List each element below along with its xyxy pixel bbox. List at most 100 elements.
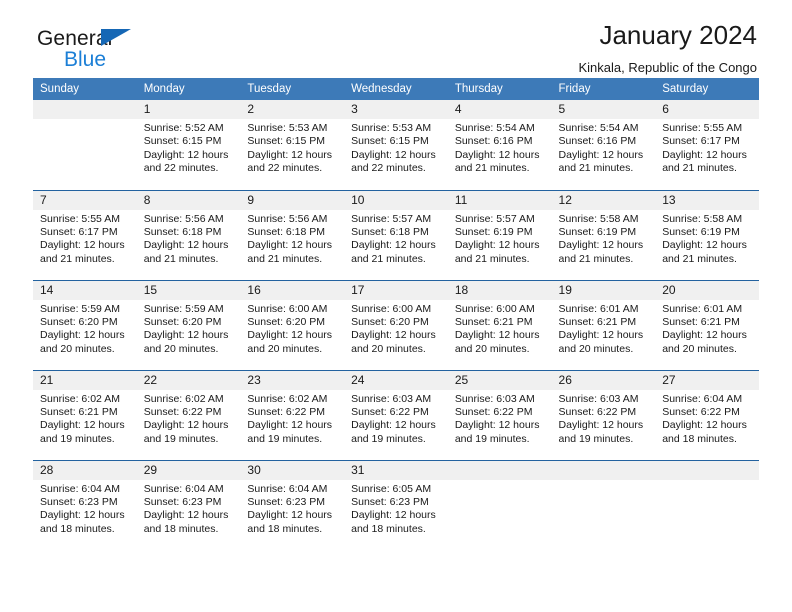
sunset-text: Sunset: 6:22 PM: [558, 405, 637, 418]
calendar-day-cell[interactable]: 17 Sunrise: 6:00 AM Sunset: 6:20 PM Dayligh…: [344, 280, 448, 370]
sunset-text: Sunset: 6:16 PM: [454, 135, 533, 148]
daylight-text: Daylight: 12 hours and 21 minutes.: [454, 239, 540, 265]
day-number: 4: [447, 100, 552, 119]
sunset-text: Sunset: 6:21 PM: [662, 315, 740, 328]
day-info: Sunrise: 6:05 AM Sunset: 6:23 PM Daylight:…: [344, 480, 448, 537]
sunset-text: Sunset: 6:17 PM: [40, 225, 118, 238]
day-info: Sunrise: 5:53 AM Sunset: 6:15 PM Daylight:…: [344, 119, 448, 176]
daylight-text: Daylight: 12 hours and 21 minutes.: [454, 148, 540, 175]
calendar-day-cell[interactable]: 21 Sunrise: 6:02 AM Sunset: 6:21 PM Dayligh…: [33, 370, 137, 460]
calendar-week-row: 21 Sunrise: 6:02 AM Sunset: 6:21 PM Dayligh…: [33, 370, 759, 460]
calendar-day-cell[interactable]: 4 Sunrise: 5:54 AM Sunset: 6:16 PM Daylight…: [447, 100, 552, 190]
day-info: Sunrise: 6:01 AM Sunset: 6:21 PM Daylight:…: [552, 300, 656, 357]
daylight-text: Daylight: 12 hours and 22 minutes.: [247, 148, 333, 175]
day-number: [33, 100, 137, 119]
sunset-text: Sunset: 6:16 PM: [558, 135, 637, 148]
sunrise-text: Sunrise: 5:57 AM: [351, 212, 432, 225]
day-number: 10: [344, 190, 448, 210]
day-number: 21: [33, 370, 137, 390]
sunset-text: Sunset: 6:15 PM: [351, 135, 429, 148]
calendar-week-row: 28 Sunrise: 6:04 AM Sunset: 6:23 PM Dayligh…: [33, 460, 759, 550]
day-info: Sunrise: 5:53 AM Sunset: 6:15 PM Daylight:…: [240, 119, 344, 176]
calendar-day-cell[interactable]: 3 Sunrise: 5:53 AM Sunset: 6:15 PM Daylight…: [344, 100, 448, 190]
calendar-day-cell[interactable]: 20 Sunrise: 6:01 AM Sunset: 6:21 PM Dayligh…: [655, 280, 759, 370]
sunset-text: Sunset: 6:19 PM: [662, 225, 740, 238]
calendar-day-cell[interactable]: 12 Sunrise: 5:58 AM Sunset: 6:19 PM Dayligh…: [551, 190, 656, 280]
calendar-day-cell[interactable]: 28 Sunrise: 6:04 AM Sunset: 6:23 PM Dayligh…: [33, 460, 137, 550]
day-info: Sunrise: 5:58 AM Sunset: 6:19 PM Daylight:…: [552, 210, 656, 267]
calendar-day-cell[interactable]: 6 Sunrise: 5:55 AM Sunset: 6:17 PM Daylight…: [655, 100, 759, 190]
calendar-day-cell[interactable]: 26 Sunrise: 6:03 AM Sunset: 6:22 PM Dayligh…: [551, 370, 656, 460]
sunrise-text: Sunrise: 6:00 AM: [247, 302, 328, 315]
sunrise-text: Sunrise: 5:56 AM: [247, 212, 328, 225]
day-info: Sunrise: 6:00 AM Sunset: 6:20 PM Daylight:…: [344, 300, 448, 357]
sunset-text: Sunset: 6:23 PM: [351, 495, 429, 508]
calendar-day-cell[interactable]: 13 Sunrise: 5:58 AM Sunset: 6:19 PM Dayligh…: [655, 190, 759, 280]
calendar-day-cell[interactable]: 9 Sunrise: 5:56 AM Sunset: 6:18 PM Daylight…: [240, 190, 345, 280]
daylight-text: Daylight: 12 hours and 21 minutes.: [558, 239, 644, 265]
sunrise-text: Sunrise: 6:04 AM: [143, 482, 224, 495]
calendar-day-cell[interactable]: 14 Sunrise: 5:59 AM Sunset: 6:20 PM Dayligh…: [33, 280, 137, 370]
calendar-day-cell[interactable]: 8 Sunrise: 5:56 AM Sunset: 6:18 PM Daylight…: [136, 190, 241, 280]
calendar-week-row: 7 Sunrise: 5:55 AM Sunset: 6:17 PM Daylight…: [33, 190, 759, 280]
sunrise-text: Sunrise: 6:04 AM: [662, 392, 743, 405]
day-info: Sunrise: 6:00 AM Sunset: 6:20 PM Daylight:…: [240, 300, 344, 357]
day-number: 9: [240, 190, 345, 210]
calendar-day-cell[interactable]: 27 Sunrise: 6:04 AM Sunset: 6:22 PM Dayligh…: [655, 370, 759, 460]
sunrise-text: Sunrise: 6:00 AM: [454, 302, 535, 315]
calendar-day-cell[interactable]: 29 Sunrise: 6:04 AM Sunset: 6:23 PM Dayligh…: [136, 460, 241, 550]
calendar-day-cell[interactable]: 2 Sunrise: 5:53 AM Sunset: 6:15 PM Daylight…: [240, 100, 345, 190]
sunrise-text: Sunrise: 5:56 AM: [143, 212, 224, 225]
day-info: Sunrise: 5:55 AM Sunset: 6:17 PM Daylight:…: [655, 119, 759, 176]
calendar-table: Sunday Monday Tuesday Wednesday Thursday…: [33, 78, 759, 550]
day-number: 7: [33, 190, 137, 210]
calendar-week-row: 1 Sunrise: 5:52 AM Sunset: 6:15 PM Daylight…: [33, 100, 759, 190]
sunrise-text: Sunrise: 5:55 AM: [662, 122, 743, 134]
general-blue-logo[interactable]: General Blue: [37, 28, 131, 71]
day-number: 19: [551, 280, 656, 300]
day-info: Sunrise: 5:54 AM Sunset: 6:16 PM Daylight:…: [448, 119, 552, 176]
calendar-day-cell[interactable]: 15 Sunrise: 5:59 AM Sunset: 6:20 PM Dayligh…: [136, 280, 241, 370]
day-number: 2: [240, 100, 345, 119]
daylight-text: Daylight: 12 hours and 19 minutes.: [40, 419, 125, 445]
weekday-header-tuesday: Tuesday: [240, 78, 345, 100]
calendar-day-cell[interactable]: 30 Sunrise: 6:04 AM Sunset: 6:23 PM Dayligh…: [240, 460, 345, 550]
calendar-day-cell[interactable]: 16 Sunrise: 6:00 AM Sunset: 6:20 PM Dayligh…: [240, 280, 345, 370]
day-info: Sunrise: 5:57 AM Sunset: 6:18 PM Daylight:…: [344, 210, 448, 267]
daylight-text: Daylight: 12 hours and 18 minutes.: [40, 509, 125, 535]
sunrise-text: Sunrise: 6:02 AM: [40, 392, 120, 405]
sunset-text: Sunset: 6:20 PM: [247, 315, 326, 328]
day-number: 6: [655, 100, 759, 119]
calendar-day-cell[interactable]: 25 Sunrise: 6:03 AM Sunset: 6:22 PM Dayligh…: [447, 370, 552, 460]
calendar-day-cell[interactable]: 18 Sunrise: 6:00 AM Sunset: 6:21 PM Dayligh…: [447, 280, 552, 370]
sunrise-text: Sunrise: 6:04 AM: [247, 482, 328, 495]
calendar-day-cell[interactable]: 31 Sunrise: 6:05 AM Sunset: 6:23 PM Dayligh…: [344, 460, 448, 550]
calendar-day-cell[interactable]: 23 Sunrise: 6:02 AM Sunset: 6:22 PM Dayligh…: [240, 370, 345, 460]
daylight-text: Daylight: 12 hours and 21 minutes.: [662, 148, 747, 175]
daylight-text: Daylight: 12 hours and 20 minutes.: [40, 329, 125, 355]
calendar-day-cell[interactable]: 24 Sunrise: 6:03 AM Sunset: 6:22 PM Dayligh…: [344, 370, 448, 460]
daylight-text: Daylight: 12 hours and 19 minutes.: [351, 419, 436, 445]
calendar-day-cell[interactable]: 19 Sunrise: 6:01 AM Sunset: 6:21 PM Dayligh…: [551, 280, 656, 370]
calendar-day-cell[interactable]: 10 Sunrise: 5:57 AM Sunset: 6:18 PM Dayligh…: [344, 190, 448, 280]
day-number: [655, 460, 759, 480]
sunrise-text: Sunrise: 6:03 AM: [454, 392, 535, 405]
calendar-day-cell[interactable]: 1 Sunrise: 5:52 AM Sunset: 6:15 PM Daylight…: [136, 100, 241, 190]
sunrise-text: Sunrise: 5:53 AM: [247, 122, 328, 134]
sunset-text: Sunset: 6:21 PM: [40, 405, 118, 418]
sunset-text: Sunset: 6:22 PM: [247, 405, 326, 418]
calendar-day-cell[interactable]: 5 Sunrise: 5:54 AM Sunset: 6:16 PM Daylight…: [551, 100, 656, 190]
sunrise-text: Sunrise: 5:58 AM: [662, 212, 743, 225]
daylight-text: Daylight: 12 hours and 20 minutes.: [351, 329, 436, 355]
calendar-day-cell[interactable]: 7 Sunrise: 5:55 AM Sunset: 6:17 PM Daylight…: [33, 190, 137, 280]
daylight-text: Daylight: 12 hours and 21 minutes.: [351, 239, 436, 265]
calendar-day-cell-empty: [447, 460, 552, 550]
calendar-day-cell[interactable]: 11 Sunrise: 5:57 AM Sunset: 6:19 PM Dayligh…: [447, 190, 552, 280]
sunrise-text: Sunrise: 5:54 AM: [558, 122, 639, 134]
page-subtitle: Kinkala, Republic of the Congo: [578, 60, 757, 75]
day-number: 15: [136, 280, 241, 300]
day-number: 16: [240, 280, 345, 300]
day-info: Sunrise: 6:03 AM Sunset: 6:22 PM Daylight:…: [344, 390, 448, 447]
calendar-day-cell[interactable]: 22 Sunrise: 6:02 AM Sunset: 6:22 PM Dayligh…: [136, 370, 241, 460]
daylight-text: Daylight: 12 hours and 18 minutes.: [247, 509, 333, 535]
